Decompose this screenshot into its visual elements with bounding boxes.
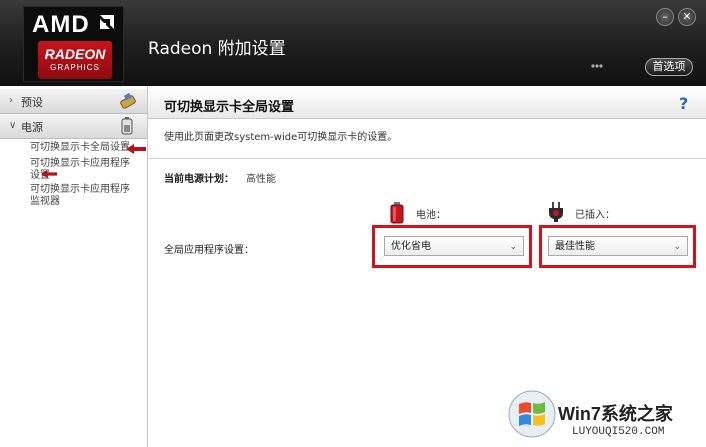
minimize-button[interactable]: – <box>656 8 674 26</box>
close-button[interactable]: ✕ <box>678 8 696 26</box>
battery-power-select-value: 优化省电 <box>391 241 431 252</box>
presets-icon <box>120 92 136 109</box>
help-icon[interactable]: ? <box>679 94 688 113</box>
amd-arrow-icon <box>100 15 114 29</box>
page-title: 可切换显示卡全局设置 <box>164 100 295 115</box>
sidebar-item-app-monitor[interactable]: 可切换显示卡应用程序监视器 <box>30 184 136 208</box>
title-bar: AMD RADEON GRAPHICS Radeon 附加设置 – ✕ 首选项 <box>0 0 706 86</box>
power-plug-icon <box>549 202 563 222</box>
sidebar-category-presets[interactable]: › 预设 <box>0 89 147 114</box>
app-title: Radeon 附加设置 <box>148 39 286 59</box>
plugged-in-power-select-value: 最佳性能 <box>555 241 595 252</box>
global-app-setting-label: 全局应用程序设置： <box>164 245 254 256</box>
windows-logo-icon <box>508 390 556 438</box>
plugged-in-power-select[interactable]: 最佳性能 ⌄ <box>548 236 688 256</box>
battery-column-label: 电池： <box>416 210 446 221</box>
amd-radeon-logo: AMD RADEON GRAPHICS <box>23 6 124 82</box>
page-description: 使用此页面更改system-wide可切换显示卡的设置。 <box>164 132 398 143</box>
chevron-right-icon: › <box>9 95 13 106</box>
power-plan-label: 当前电源计划： <box>164 174 234 185</box>
sidebar-category-label: 电源 <box>21 121 43 134</box>
watermark-url: LUYOUQI520.COM <box>572 426 665 438</box>
power-plan-value: 高性能 <box>246 174 276 185</box>
amd-wordmark: AMD <box>32 11 90 38</box>
preferences-button[interactable]: 首选项 <box>645 58 693 76</box>
watermark-text: Win7系统之家 <box>558 404 673 424</box>
sidebar: › 预设 ∨ 电源 可切换显示卡全局设置 可切换显示卡应用程序设置 可切换显示卡… <box>0 86 148 447</box>
chevron-down-icon: ∨ <box>9 120 17 131</box>
plugged-in-column-label: 已插入： <box>575 210 615 221</box>
sidebar-category-power[interactable]: ∨ 电源 <box>0 114 147 139</box>
battery-icon <box>121 117 133 135</box>
graphics-wordmark: GRAPHICS <box>50 63 100 72</box>
red-arrow-annotation-icon <box>41 170 57 178</box>
divider <box>148 158 706 159</box>
battery-icon <box>390 202 404 224</box>
chevron-down-icon: ⌄ <box>509 242 517 252</box>
radeon-badge: RADEON GRAPHICS <box>38 41 112 79</box>
panel-header: 可切换显示卡全局设置 ? <box>148 86 706 119</box>
chevron-down-icon: ⌄ <box>673 242 681 252</box>
notification-icon[interactable] <box>590 61 604 71</box>
sidebar-category-label: 预设 <box>21 96 43 109</box>
watermark-logo: Win7系统之家 LUYOUQI520.COM <box>506 386 704 444</box>
battery-power-select[interactable]: 优化省电 ⌄ <box>384 236 524 256</box>
red-arrow-annotation-icon <box>126 144 146 154</box>
radeon-wordmark: RADEON <box>44 46 106 62</box>
